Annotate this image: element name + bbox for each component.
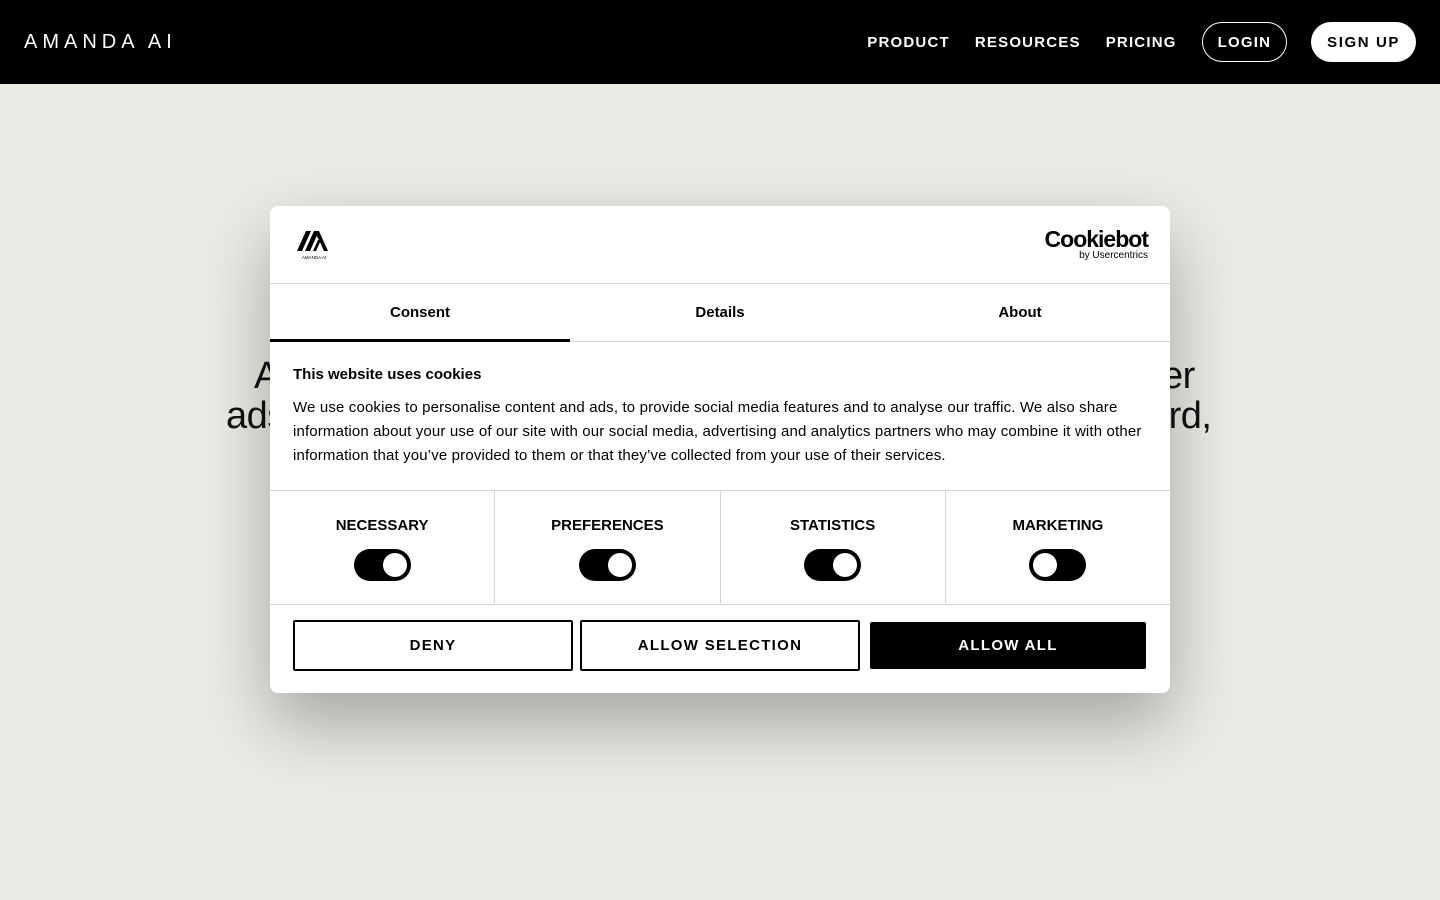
amanda-ai-logo[interactable]: AMANDA AI bbox=[24, 31, 177, 54]
toggle-label-necessary: NECESSARY bbox=[335, 517, 429, 534]
statistics-toggle[interactable] bbox=[804, 549, 862, 581]
toggle-label-marketing: MARKETING bbox=[1012, 517, 1104, 534]
cookiebot-name: Cookiebot bbox=[1044, 226, 1149, 252]
allow-selection-button[interactable]: ALLOW SELECTION bbox=[580, 620, 860, 671]
marketing-toggle[interactable] bbox=[1029, 549, 1087, 581]
deny-button[interactable]: DENY bbox=[293, 620, 573, 671]
amanda-ai-mark-icon: AMANDA AI bbox=[294, 228, 334, 260]
dialog-body: This website uses cookies We use cookies… bbox=[270, 342, 1170, 491]
nav-pricing[interactable]: PRICING bbox=[1106, 34, 1177, 51]
tab-details[interactable]: Details bbox=[570, 284, 870, 341]
tab-consent[interactable]: Consent bbox=[270, 284, 570, 342]
main-nav: PRODUCT RESOURCES PRICING LOGIN SIGN UP bbox=[867, 22, 1416, 62]
dialog-text: We use cookies to personalise content an… bbox=[293, 399, 1142, 464]
svg-text:AMANDA AI: AMANDA AI bbox=[302, 255, 326, 260]
toggle-label-preferences: PREFERENCES bbox=[551, 517, 664, 534]
cookiebot-brand[interactable]: Cookiebot by Usercentrics bbox=[1044, 226, 1149, 262]
dialog-title: This website uses cookies bbox=[293, 366, 482, 383]
toggle-knob bbox=[607, 553, 632, 577]
toggle-label-statistics: STATISTICS bbox=[789, 517, 876, 534]
toggle-cell-marketing: MARKETING bbox=[946, 491, 1170, 604]
allow-all-button[interactable]: ALLOW ALL bbox=[870, 622, 1146, 669]
toggle-knob bbox=[1033, 553, 1058, 577]
dialog-actions: DENY ALLOW SELECTION ALLOW ALL bbox=[270, 605, 1170, 671]
necessary-toggle[interactable] bbox=[353, 549, 411, 581]
nav-resources[interactable]: RESOURCES bbox=[975, 34, 1081, 51]
preferences-toggle[interactable] bbox=[578, 549, 636, 581]
login-button[interactable]: LOGIN bbox=[1201, 22, 1288, 62]
consent-toggles: NECESSARY PREFERENCES STATISTICS MARKETI… bbox=[270, 491, 1170, 605]
toggle-knob bbox=[833, 553, 858, 577]
toggle-knob bbox=[382, 553, 407, 577]
toggle-cell-necessary: NECESSARY bbox=[270, 491, 496, 604]
dialog-tabs: Consent Details About bbox=[270, 284, 1170, 342]
toggle-cell-statistics: STATISTICS bbox=[721, 491, 946, 604]
site-header: AMANDA AI PRODUCT RESOURCES PRICING LOGI… bbox=[0, 0, 1440, 84]
signup-button[interactable]: SIGN UP bbox=[1311, 22, 1416, 62]
toggle-cell-preferences: PREFERENCES bbox=[495, 491, 721, 604]
cookie-consent-dialog: AMANDA AI Cookiebot by Usercentrics Cons… bbox=[270, 206, 1170, 693]
tab-about[interactable]: About bbox=[870, 284, 1170, 341]
nav-product[interactable]: PRODUCT bbox=[867, 34, 950, 51]
dialog-header: AMANDA AI Cookiebot by Usercentrics bbox=[270, 206, 1170, 284]
